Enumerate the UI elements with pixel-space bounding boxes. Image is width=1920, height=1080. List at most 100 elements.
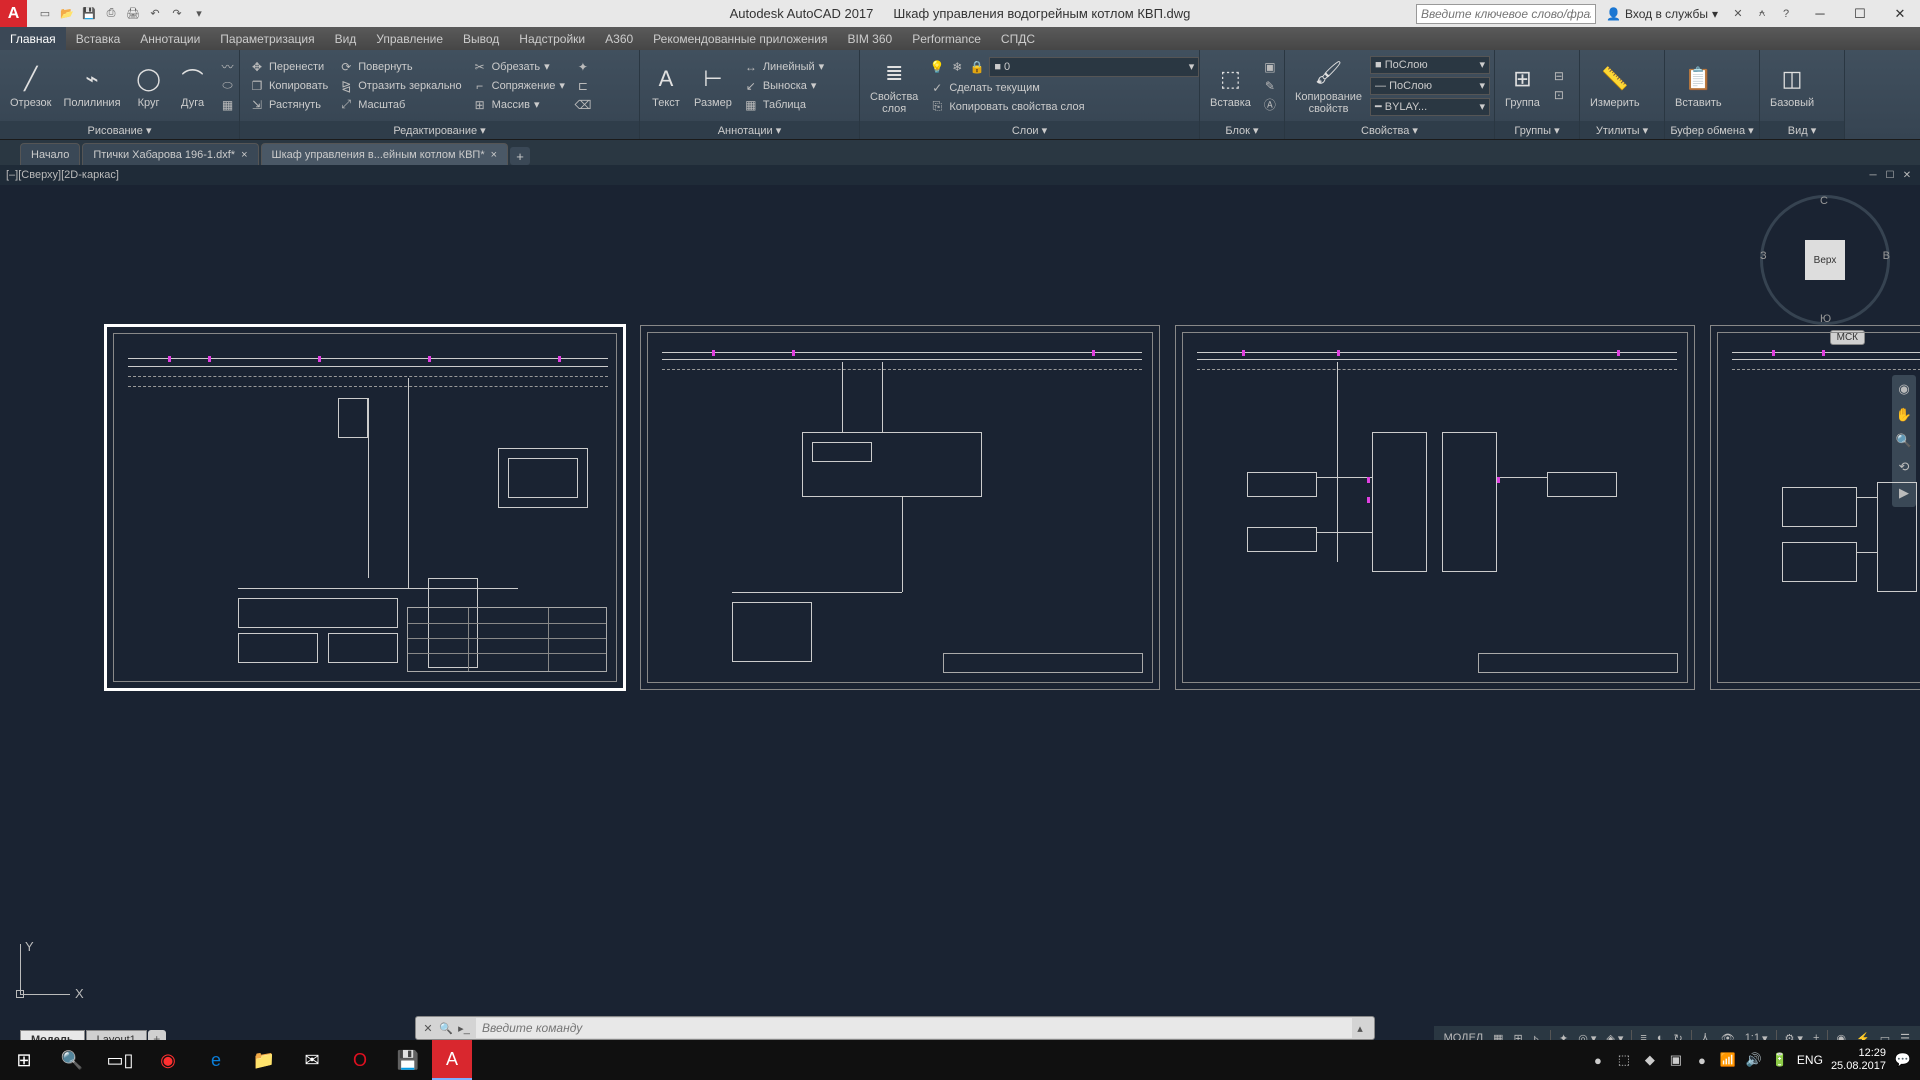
ltype-combo[interactable]: — ПоСлою▾ [1370, 77, 1490, 95]
vp-close-button[interactable]: ✕ [1900, 168, 1914, 182]
cmd-history-icon[interactable]: ▴ [1352, 1020, 1368, 1036]
polyline-button[interactable]: ⌁Полилиния [59, 61, 124, 111]
viewcube-north[interactable]: С [1820, 195, 1828, 207]
tab-recommended[interactable]: Рекомендованные приложения [643, 27, 837, 50]
drawing-canvas[interactable]: Верх С Ю В З МСК ◉ ✋ 🔍 ⟲ ▶ [0, 185, 1920, 1024]
tab-insert[interactable]: Вставка [66, 27, 131, 50]
match-layer-button[interactable]: ⎘Копировать свойства слоя [926, 98, 1202, 116]
taskbar-app-1[interactable]: ◉ [144, 1040, 192, 1080]
panel-annot-title[interactable]: Аннотации ▾ [640, 121, 859, 139]
block-edit-button[interactable]: ✎ [1259, 77, 1281, 95]
tray-clock[interactable]: 12:29 25.08.2017 [1831, 1047, 1886, 1073]
draw-extra2-button[interactable]: ⬭ [217, 77, 239, 95]
qat-new-icon[interactable]: ▭ [35, 4, 55, 24]
block-create-button[interactable]: ▣ [1259, 58, 1281, 76]
search-button[interactable]: 🔍 [48, 1040, 96, 1080]
cmd-close-icon[interactable]: ✕ [420, 1020, 436, 1036]
move-button[interactable]: ✥Перенести [246, 58, 331, 76]
rotate-button[interactable]: ⟳Повернуть [335, 58, 464, 76]
viewcube-face[interactable]: Верх [1805, 240, 1845, 280]
draw-extra1-button[interactable]: 〰 [217, 58, 239, 76]
ungroup-button[interactable]: ⊡ [1548, 86, 1570, 104]
close-tab-icon[interactable]: × [491, 149, 497, 161]
tray-dropbox-icon[interactable]: ⬚ [1615, 1051, 1633, 1069]
taskbar-edge-icon[interactable]: e [192, 1040, 240, 1080]
minimize-button[interactable]: ─ [1800, 0, 1840, 27]
cmd-search-icon[interactable]: 🔍 [438, 1020, 454, 1036]
draw-extra3-button[interactable]: ▦ [217, 96, 239, 114]
qat-open-icon[interactable]: 📂 [57, 4, 77, 24]
taskbar-explorer-icon[interactable]: 📁 [240, 1040, 288, 1080]
taskbar-mail-icon[interactable]: ✉ [288, 1040, 336, 1080]
make-current-button[interactable]: ✓Сделать текущим [926, 79, 1202, 97]
scale-button[interactable]: ⤢Масштаб [335, 96, 464, 114]
panel-block-title[interactable]: Блок ▾ [1200, 121, 1284, 139]
mirror-button[interactable]: ⧎Отразить зеркально [335, 77, 464, 95]
table-button[interactable]: ▦Таблица [740, 96, 827, 114]
vp-minimize-button[interactable]: ─ [1866, 168, 1880, 182]
block-attr-button[interactable]: Ⓐ [1259, 96, 1281, 114]
color-combo[interactable]: ■ ПоСлою▾ [1370, 56, 1490, 74]
tray-network-icon[interactable]: 📶 [1719, 1051, 1737, 1069]
qat-saveas-icon[interactable]: ⎙ [101, 4, 121, 24]
paste-button[interactable]: 📋Вставить [1671, 61, 1726, 111]
tab-output[interactable]: Вывод [453, 27, 509, 50]
tab-a360[interactable]: A360 [595, 27, 643, 50]
panel-props-title[interactable]: Свойства ▾ [1285, 121, 1494, 139]
modify-ex3[interactable]: ⌫ [572, 96, 594, 114]
login-button[interactable]: 👤 Вход в службы ▾ [1600, 7, 1724, 21]
viewport-label[interactable]: [–][Сверху][2D-каркас] [6, 169, 119, 181]
modify-ex2[interactable]: ⊏ [572, 77, 594, 95]
panel-modify-title[interactable]: Редактирование ▾ [240, 121, 639, 139]
panel-layers-title[interactable]: Слои ▾ [860, 121, 1199, 139]
arc-button[interactable]: ⌒Дуга [173, 61, 213, 111]
app-logo-icon[interactable]: A [0, 0, 27, 27]
exchange-icon[interactable]: ✕ [1728, 4, 1748, 24]
viewcube-east[interactable]: В [1883, 250, 1890, 262]
taskview-button[interactable]: ▭▯ [96, 1040, 144, 1080]
vp-maximize-button[interactable]: ☐ [1883, 168, 1897, 182]
tab-performance[interactable]: Performance [902, 27, 991, 50]
panel-view-title[interactable]: Вид ▾ [1760, 121, 1844, 139]
tab-parametric[interactable]: Параметризация [210, 27, 324, 50]
fillet-button[interactable]: ⌐Сопряжение ▾ [469, 77, 568, 95]
file-tab-start[interactable]: Начало [20, 143, 80, 165]
array-button[interactable]: ⊞Массив ▾ [469, 96, 568, 114]
tray-notifications-icon[interactable]: 💬 [1894, 1051, 1912, 1069]
tray-language[interactable]: ENG [1797, 1053, 1823, 1067]
baseview-button[interactable]: ◫Базовый [1766, 61, 1818, 111]
circle-button[interactable]: ◯Круг [129, 61, 169, 111]
tab-view[interactable]: Вид [325, 27, 367, 50]
text-button[interactable]: AТекст [646, 61, 686, 111]
tray-viber-icon[interactable]: ● [1589, 1051, 1607, 1069]
start-button[interactable]: ⊞ [0, 1040, 48, 1080]
dim-button[interactable]: ⊢Размер [690, 61, 736, 111]
tray-battery-icon[interactable]: 🔋 [1771, 1051, 1789, 1069]
linear-button[interactable]: ↔Линейный ▾ [740, 58, 827, 76]
groupedit-button[interactable]: ⊟ [1548, 67, 1570, 85]
close-tab-icon[interactable]: × [241, 149, 247, 161]
file-tab-2[interactable]: Шкаф управления в...ейным котлом КВП*× [261, 143, 509, 165]
taskbar-app-2[interactable]: 💾 [384, 1040, 432, 1080]
help-search-input[interactable] [1416, 4, 1596, 24]
new-tab-button[interactable]: + [510, 147, 530, 165]
panel-utils-title[interactable]: Утилиты ▾ [1580, 121, 1664, 139]
lweight-combo[interactable]: ━ BYLAY...▾ [1370, 98, 1490, 116]
help-icon[interactable]: ? [1776, 4, 1796, 24]
modify-ex1[interactable]: ✦ [572, 58, 594, 76]
panel-draw-title[interactable]: Рисование ▾ [0, 121, 239, 139]
tab-manage[interactable]: Управление [366, 27, 453, 50]
viewcube[interactable]: Верх С Ю В З [1760, 195, 1890, 325]
taskbar-autocad-icon[interactable]: A [432, 1040, 472, 1080]
group-button[interactable]: ⊞Группа [1501, 61, 1544, 111]
measure-button[interactable]: 📏Измерить [1586, 61, 1644, 111]
panel-groups-title[interactable]: Группы ▾ [1495, 121, 1579, 139]
qat-save-icon[interactable]: 💾 [79, 4, 99, 24]
leader-button[interactable]: ↙Выноска ▾ [740, 77, 827, 95]
maximize-button[interactable]: ☐ [1840, 0, 1880, 27]
qat-undo-icon[interactable]: ↶ [145, 4, 165, 24]
tab-home[interactable]: Главная [0, 27, 66, 50]
tray-app-icon3[interactable]: ● [1693, 1051, 1711, 1069]
trim-button[interactable]: ✂Обрезать ▾ [469, 58, 568, 76]
tab-annotate[interactable]: Аннотации [130, 27, 210, 50]
